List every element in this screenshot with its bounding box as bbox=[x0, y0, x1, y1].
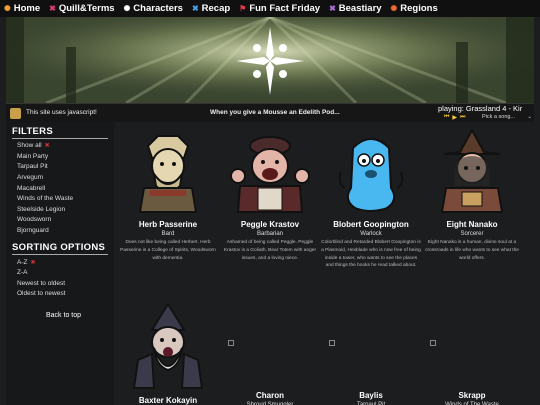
quill-icon: ✖ bbox=[49, 4, 56, 13]
back-to-top-link[interactable]: Back to top bbox=[46, 312, 114, 319]
eight-portrait bbox=[440, 127, 504, 213]
nav-label: Regions bbox=[400, 3, 438, 14]
paw-icon: ✖ bbox=[329, 4, 336, 13]
sort-label: A-Z bbox=[17, 258, 28, 266]
baxter-portrait bbox=[132, 302, 204, 389]
filter-steelside-legion[interactable]: Steelside Legion bbox=[17, 205, 114, 216]
character-description: Colorblind and Retarded Blobert Goopingt… bbox=[321, 240, 421, 269]
sorting-heading: SORTING OPTIONS bbox=[12, 242, 106, 254]
sidebar: FILTERS Show all ✖ Main Party Tarpaul Pit… bbox=[6, 122, 114, 405]
broken-image-icon bbox=[430, 340, 436, 346]
filter-woodsworn[interactable]: Woodsworn bbox=[17, 215, 114, 226]
filters-heading: FILTERS bbox=[12, 126, 53, 137]
javascript-icon bbox=[10, 108, 21, 119]
now-playing: playing: Grassland 4 - Kir bbox=[438, 104, 523, 113]
character-description: Eight Nanako is a human, divine soul at … bbox=[425, 240, 519, 261]
broken-image-icon bbox=[228, 340, 234, 346]
character-name: Blobert Goopington bbox=[333, 220, 409, 229]
nav-home[interactable]: ✺ Home bbox=[4, 3, 40, 14]
js-notice: This site uses javascript! bbox=[26, 109, 97, 116]
filter-label: Show all bbox=[17, 142, 42, 150]
character-card[interactable]: Charon Shroud Smuggler bbox=[220, 304, 320, 405]
nav-label: Recap bbox=[201, 3, 231, 14]
song-select[interactable]: Pick a song... ⌄ bbox=[482, 114, 532, 122]
header-banner bbox=[6, 17, 534, 103]
character-class: Bard bbox=[161, 231, 175, 237]
music-bar: This site uses javascript! When you give… bbox=[6, 103, 534, 122]
charon-portrait bbox=[226, 304, 314, 389]
top-nav: ✺ Home ✖ Quill&Terms ✺ Characters ✖ Recap ⚑ F… bbox=[0, 0, 540, 17]
sort-newest[interactable]: Newest to oldest bbox=[17, 279, 114, 290]
broken-image-icon bbox=[329, 340, 335, 346]
selected-icon: ✖ bbox=[30, 259, 36, 266]
sort-z-a[interactable]: Z-A bbox=[17, 268, 114, 279]
player-controls: ⏮ ▶ ⏭ bbox=[444, 114, 465, 121]
character-class: Sorcerer bbox=[460, 231, 484, 237]
divider bbox=[12, 254, 108, 256]
nav-label: Quill&Terms bbox=[58, 3, 115, 14]
sort-a-z[interactable]: A-Z ✖ bbox=[17, 257, 114, 268]
character-card[interactable]: Skrapp Winds of The Waste bbox=[422, 304, 522, 405]
character-card[interactable]: Baxter Kokayin Wizard bbox=[118, 302, 218, 405]
nav-regions[interactable]: ✺ Regions bbox=[391, 3, 438, 14]
filter-winds-of-the-waste[interactable]: Winds of the Waste bbox=[17, 194, 114, 205]
previous-icon[interactable]: ⏮ bbox=[444, 114, 449, 121]
flag-icon: ⚑ bbox=[239, 4, 247, 13]
blobert-portrait bbox=[338, 138, 404, 212]
character-name: Peggle Krastov bbox=[240, 220, 300, 229]
character-card[interactable]: Peggle Krastov Barbarian Ashamed of bein… bbox=[220, 128, 320, 262]
nav-label: Home bbox=[13, 3, 41, 14]
book-icon: ✖ bbox=[191, 4, 199, 13]
nav-label: Fun Fact Friday bbox=[249, 3, 321, 14]
nav-quill-terms[interactable]: ✖ Quill&Terms bbox=[49, 3, 114, 14]
sort-oldest[interactable]: Oldest to newest bbox=[17, 289, 114, 300]
banner-art bbox=[6, 17, 534, 103]
character-description: Ashamed of being called Peggle. Peggle K… bbox=[223, 240, 317, 261]
filter-macabrell[interactable]: Macabrell bbox=[17, 183, 114, 194]
character-name: Skrapp bbox=[458, 391, 486, 400]
character-card[interactable]: Blobert Goopington Warlock Colorblind an… bbox=[321, 128, 421, 270]
character-grid: Herb Passerine Bard Does not like being … bbox=[114, 122, 534, 405]
character-class: Warlock bbox=[360, 231, 382, 237]
nav-fun-fact-friday[interactable]: ⚑ Fun Fact Friday bbox=[239, 3, 320, 14]
filter-arvegum[interactable]: Arvegum bbox=[17, 173, 114, 184]
filter-main-party[interactable]: Main Party bbox=[17, 152, 114, 163]
character-card[interactable]: Baylis Tarpaul Pit bbox=[321, 304, 421, 405]
filter-bjornguard[interactable]: Bjornguard bbox=[17, 226, 114, 237]
character-description: Does not like being called Herbert. Herb… bbox=[120, 240, 216, 261]
character-name: Baxter Kokayin bbox=[138, 396, 198, 405]
nav-characters[interactable]: ✺ Characters bbox=[124, 3, 183, 14]
nav-recap[interactable]: ✖ Recap bbox=[192, 3, 230, 14]
baylis-portrait bbox=[327, 304, 415, 389]
filter-tarpaul-pit[interactable]: Tarpaul Pit bbox=[17, 162, 114, 173]
herb-portrait bbox=[138, 135, 198, 213]
peggle-portrait bbox=[230, 136, 310, 213]
song-select-value: Pick a song... bbox=[482, 114, 516, 120]
selected-icon: ✖ bbox=[44, 143, 50, 150]
play-icon[interactable]: ▶ bbox=[452, 114, 457, 121]
people-icon: ✺ bbox=[123, 4, 131, 13]
filter-show-all[interactable]: Show all ✖ bbox=[17, 141, 114, 152]
home-icon: ✺ bbox=[4, 4, 11, 13]
character-name: Herb Passerine bbox=[138, 220, 198, 229]
character-name: Eight Nanako bbox=[446, 220, 498, 229]
character-name: Baylis bbox=[359, 391, 383, 400]
chevron-down-icon: ⌄ bbox=[527, 114, 532, 120]
character-name: Charon bbox=[256, 391, 284, 400]
podcast-link[interactable]: When you give a Mousse an Edelith Pod... bbox=[210, 109, 340, 116]
nav-label: Characters bbox=[133, 3, 183, 14]
character-class: Barbarian bbox=[256, 231, 283, 237]
character-card[interactable]: Herb Passerine Bard Does not like being … bbox=[118, 128, 218, 262]
divider bbox=[12, 138, 108, 139]
compass-icon: ✺ bbox=[390, 4, 398, 13]
skrapp-portrait bbox=[428, 304, 516, 389]
character-card[interactable]: Eight Nanako Sorcerer Eight Nanako is a … bbox=[422, 127, 522, 262]
nav-beastiary[interactable]: ✖ Beastiary bbox=[329, 3, 381, 14]
nav-label: Beastiary bbox=[338, 3, 382, 14]
next-icon[interactable]: ⏭ bbox=[460, 114, 465, 121]
